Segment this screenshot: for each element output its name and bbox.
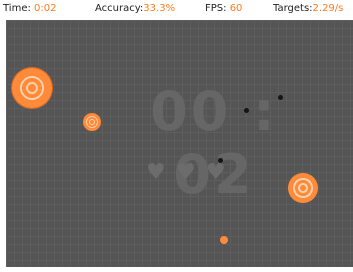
time-value: 0:02 — [34, 3, 57, 14]
heart-icon: ♥ — [206, 160, 226, 185]
time-label: Time: — [3, 3, 31, 14]
background-clock: 00 : 02 — [150, 80, 278, 206]
miss-marker — [278, 95, 283, 100]
target-tiny[interactable] — [220, 236, 228, 244]
time-stat: Time: 0:02 — [3, 3, 57, 14]
accuracy-value: 33.3% — [143, 3, 176, 14]
target-small[interactable] — [83, 113, 101, 131]
fps-label: FPS: — [205, 3, 227, 14]
bottom-strip — [0, 267, 353, 272]
heart-icon: ♥ — [146, 160, 166, 185]
target-medium[interactable] — [288, 173, 318, 203]
targets-stat: Targets:2.29/s — [273, 3, 343, 14]
miss-marker — [244, 108, 249, 113]
miss-marker — [218, 158, 223, 163]
targets-value: 2.29/s — [312, 3, 344, 14]
fps-stat: FPS: 60 — [205, 3, 242, 14]
lives-indicator: ♥ ♥ ♥ — [146, 161, 236, 185]
heart-icon: ♥ — [176, 160, 196, 185]
target-large[interactable] — [12, 68, 52, 108]
accuracy-label: Accuracy: — [95, 3, 144, 14]
accuracy-stat: Accuracy:33.3% — [95, 3, 175, 14]
fps-value: 60 — [229, 3, 243, 14]
game-arena[interactable]: 00 : 02 ♥ ♥ ♥ — [6, 20, 353, 267]
targets-label: Targets: — [273, 3, 313, 14]
hud-bar: Time: 0:02 Accuracy:33.3% FPS: 60 Target… — [0, 0, 353, 20]
